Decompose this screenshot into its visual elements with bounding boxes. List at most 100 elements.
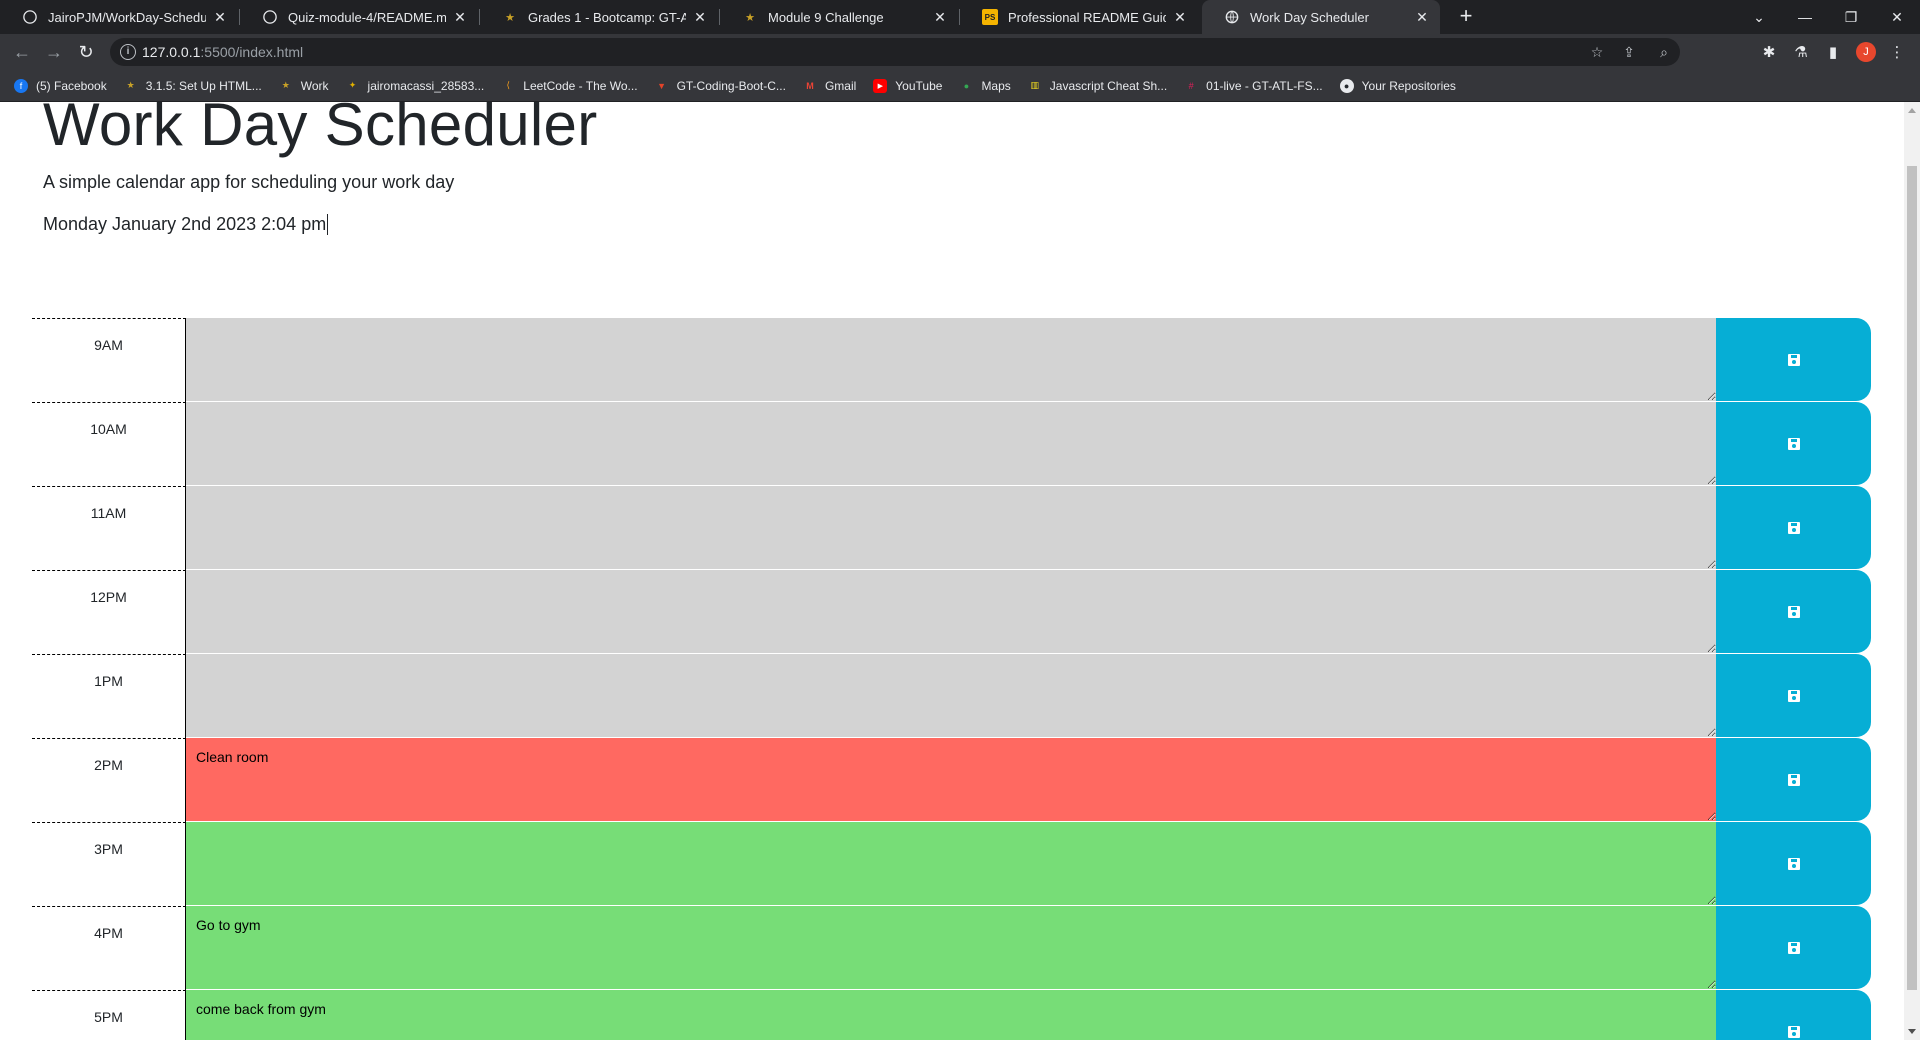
time-block: 9AM [32,318,1871,402]
extensions-icon[interactable]: ✱ [1758,41,1780,63]
labs-icon[interactable]: ⚗ [1790,41,1812,63]
bookmark-item[interactable]: f (5) Facebook [14,78,107,93]
current-day: Monday January 2nd 2023 2:04 pm [43,214,329,235]
timeblocks-container: 9AM 10AM 11AM 12PM 1PM 2PM Clean room 3P… [32,318,1871,1040]
browser-tab[interactable]: ★ Grades 1 - Bootcamp: GT-ATL-FS ✕ [480,0,718,34]
browser-tab-strip: JairoPJM/WorkDay-Schedule-Me ✕ Quiz-modu… [0,0,1920,34]
save-icon [1787,941,1800,954]
forward-icon[interactable]: → [40,38,68,66]
save-button[interactable] [1716,654,1871,737]
reload-icon[interactable]: ↻ [72,38,100,66]
browser-tab[interactable]: PS Professional README Guide | The ✕ [960,0,1198,34]
event-description[interactable] [186,486,1716,570]
back-icon[interactable]: ← [8,38,36,66]
new-tab-button[interactable]: + [1453,4,1479,30]
minimize-icon[interactable]: — [1782,0,1828,34]
time-block: 12PM [32,570,1871,654]
tab-title: Module 9 Challenge [768,9,884,25]
browser-tab[interactable]: ★ Module 9 Challenge ✕ [720,0,958,34]
event-description[interactable] [186,402,1716,486]
globe-icon [1224,9,1240,25]
zoom-icon[interactable]: ⌕ [1655,43,1673,61]
bookmark-item[interactable]: ✦ jairomacassi_28583... [346,79,485,93]
browser-tab[interactable]: JairoPJM/WorkDay-Schedule-Me ✕ [0,0,238,34]
bookmark-item[interactable]: ★ 3.1.5: Set Up HTML... [124,79,262,93]
tab-title: Work Day Scheduler [1250,9,1369,25]
hour-label: 11AM [32,486,186,570]
save-button[interactable] [1716,486,1871,569]
bookmark-label: 01-live - GT-ATL-FS... [1206,78,1323,93]
scrollbar-thumb[interactable] [1907,166,1917,990]
close-icon[interactable]: ✕ [1172,9,1188,26]
save-button[interactable] [1716,570,1871,653]
bookmark-label: Work [300,78,329,93]
bookmarks-bar: f (5) Facebook ★ 3.1.5: Set Up HTML... ★ Wo… [0,70,1920,102]
event-description[interactable] [186,654,1716,738]
bookmark-item[interactable]: ⟨ LeetCode - The Wo... [501,78,638,93]
event-description[interactable] [186,822,1716,906]
page-viewport: Work Day Scheduler A simple calendar app… [0,102,1904,1040]
event-description[interactable] [186,570,1716,654]
time-block: 1PM [32,654,1871,738]
scroll-up-icon[interactable] [1908,108,1916,113]
bookmark-item[interactable]: ▶ YouTube [873,78,943,93]
maps-icon: ● [963,80,970,91]
event-description[interactable]: Go to gym [186,906,1716,990]
close-icon[interactable]: ✕ [692,9,708,26]
bookmark-label: Maps [981,78,1011,93]
close-icon[interactable]: ✕ [212,9,228,26]
save-button[interactable] [1716,906,1871,989]
restore-icon[interactable]: ❐ [1828,0,1874,34]
bookmark-item[interactable]: ▥ Javascript Cheat Sh... [1028,79,1168,93]
gitlab-icon: ▼ [657,80,667,91]
cheatsheet-icon: ▥ [1030,80,1040,90]
bookmark-item[interactable]: ● Maps [959,78,1011,93]
save-button[interactable] [1716,990,1871,1040]
save-icon [1787,437,1800,450]
page-scrollbar[interactable] [1904,102,1920,1040]
bookmark-label: LeetCode - The Wo... [523,78,638,93]
scroll-down-icon[interactable] [1908,1029,1916,1034]
hour-label: 9AM [32,318,186,402]
save-button[interactable] [1716,822,1871,905]
close-icon[interactable]: ✕ [932,9,948,26]
browser-tab-active[interactable]: Work Day Scheduler ✕ [1202,0,1440,34]
bookmark-item[interactable]: #01-live - GT-ATL-FS... [1184,78,1323,93]
event-description[interactable]: come back from gym [186,990,1716,1040]
tab-search-icon[interactable]: ⌄ [1736,0,1782,34]
save-button[interactable] [1716,402,1871,485]
bookmark-label: YouTube [895,78,943,93]
bootcamp-icon: ★ [505,11,515,24]
side-panel-icon[interactable]: ▮ [1822,41,1844,63]
tab-title: JairoPJM/WorkDay-Schedule-Me [48,9,206,25]
event-description[interactable] [186,318,1716,402]
save-button[interactable] [1716,738,1871,821]
close-icon[interactable]: ✕ [452,9,468,26]
event-description[interactable]: Clean room [186,738,1716,822]
hour-label: 4PM [32,906,186,990]
github-icon [262,9,278,25]
save-button[interactable] [1716,318,1871,401]
site-info-icon[interactable]: i [120,44,136,60]
close-icon[interactable]: ✕ [1414,9,1430,26]
profile-avatar[interactable]: J [1856,42,1876,62]
bookmark-item[interactable]: ● Your Repositories [1339,78,1456,93]
browser-tab[interactable]: Quiz-module-4/README.md at m ✕ [240,0,478,34]
slack-icon: # [1188,80,1194,91]
bookmark-item[interactable]: ▼ GT-Coding-Boot-C... [655,79,786,93]
save-icon [1787,857,1800,870]
browser-toolbar: ← → ↻ i 127.0.0.1:5500/index.html ⌕ ⇪ ☆ … [0,34,1920,70]
page-title: Work Day Scheduler [43,102,598,158]
bookmark-star-icon[interactable]: ☆ [1588,43,1606,61]
hour-label: 5PM [32,990,186,1040]
bookmark-item[interactable]: M Gmail [803,79,856,93]
tab-title: Professional README Guide | The [1008,9,1166,25]
bootcamp-icon: ★ [126,80,135,90]
address-bar[interactable]: i 127.0.0.1:5500/index.html ⌕ ⇪ ☆ [110,38,1680,66]
close-window-icon[interactable]: ✕ [1874,0,1920,34]
menu-icon[interactable]: ⋮ [1886,41,1908,63]
bookmark-label: GT-Coding-Boot-C... [676,78,786,93]
hour-label: 3PM [32,822,186,906]
share-icon[interactable]: ⇪ [1620,43,1638,61]
bookmark-item[interactable]: ★ Work [279,79,329,93]
